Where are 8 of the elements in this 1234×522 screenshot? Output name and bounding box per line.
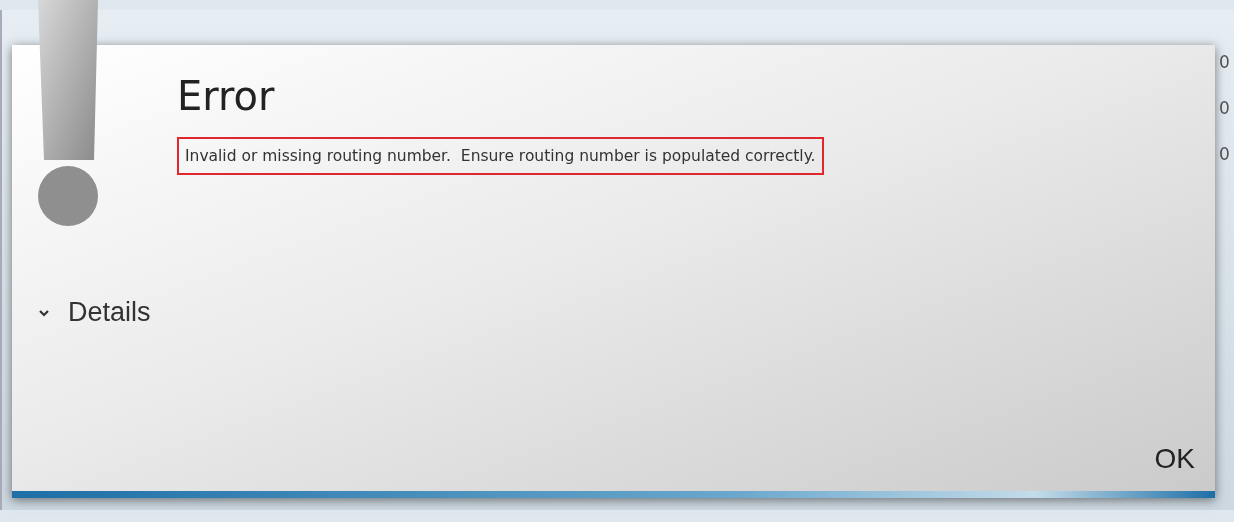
ok-button[interactable]: OK xyxy=(1154,443,1195,475)
chevron-icon xyxy=(38,308,50,317)
table-cell: 0 xyxy=(1219,98,1230,118)
dialog-title: Error xyxy=(177,72,276,121)
table-cell: 0 xyxy=(1219,52,1230,72)
error-message: Invalid or missing routing number. Ensure routing number is populated correctly. xyxy=(177,137,824,175)
table-cell: 0 xyxy=(1219,144,1230,164)
details-toggle[interactable]: Details xyxy=(38,297,151,328)
